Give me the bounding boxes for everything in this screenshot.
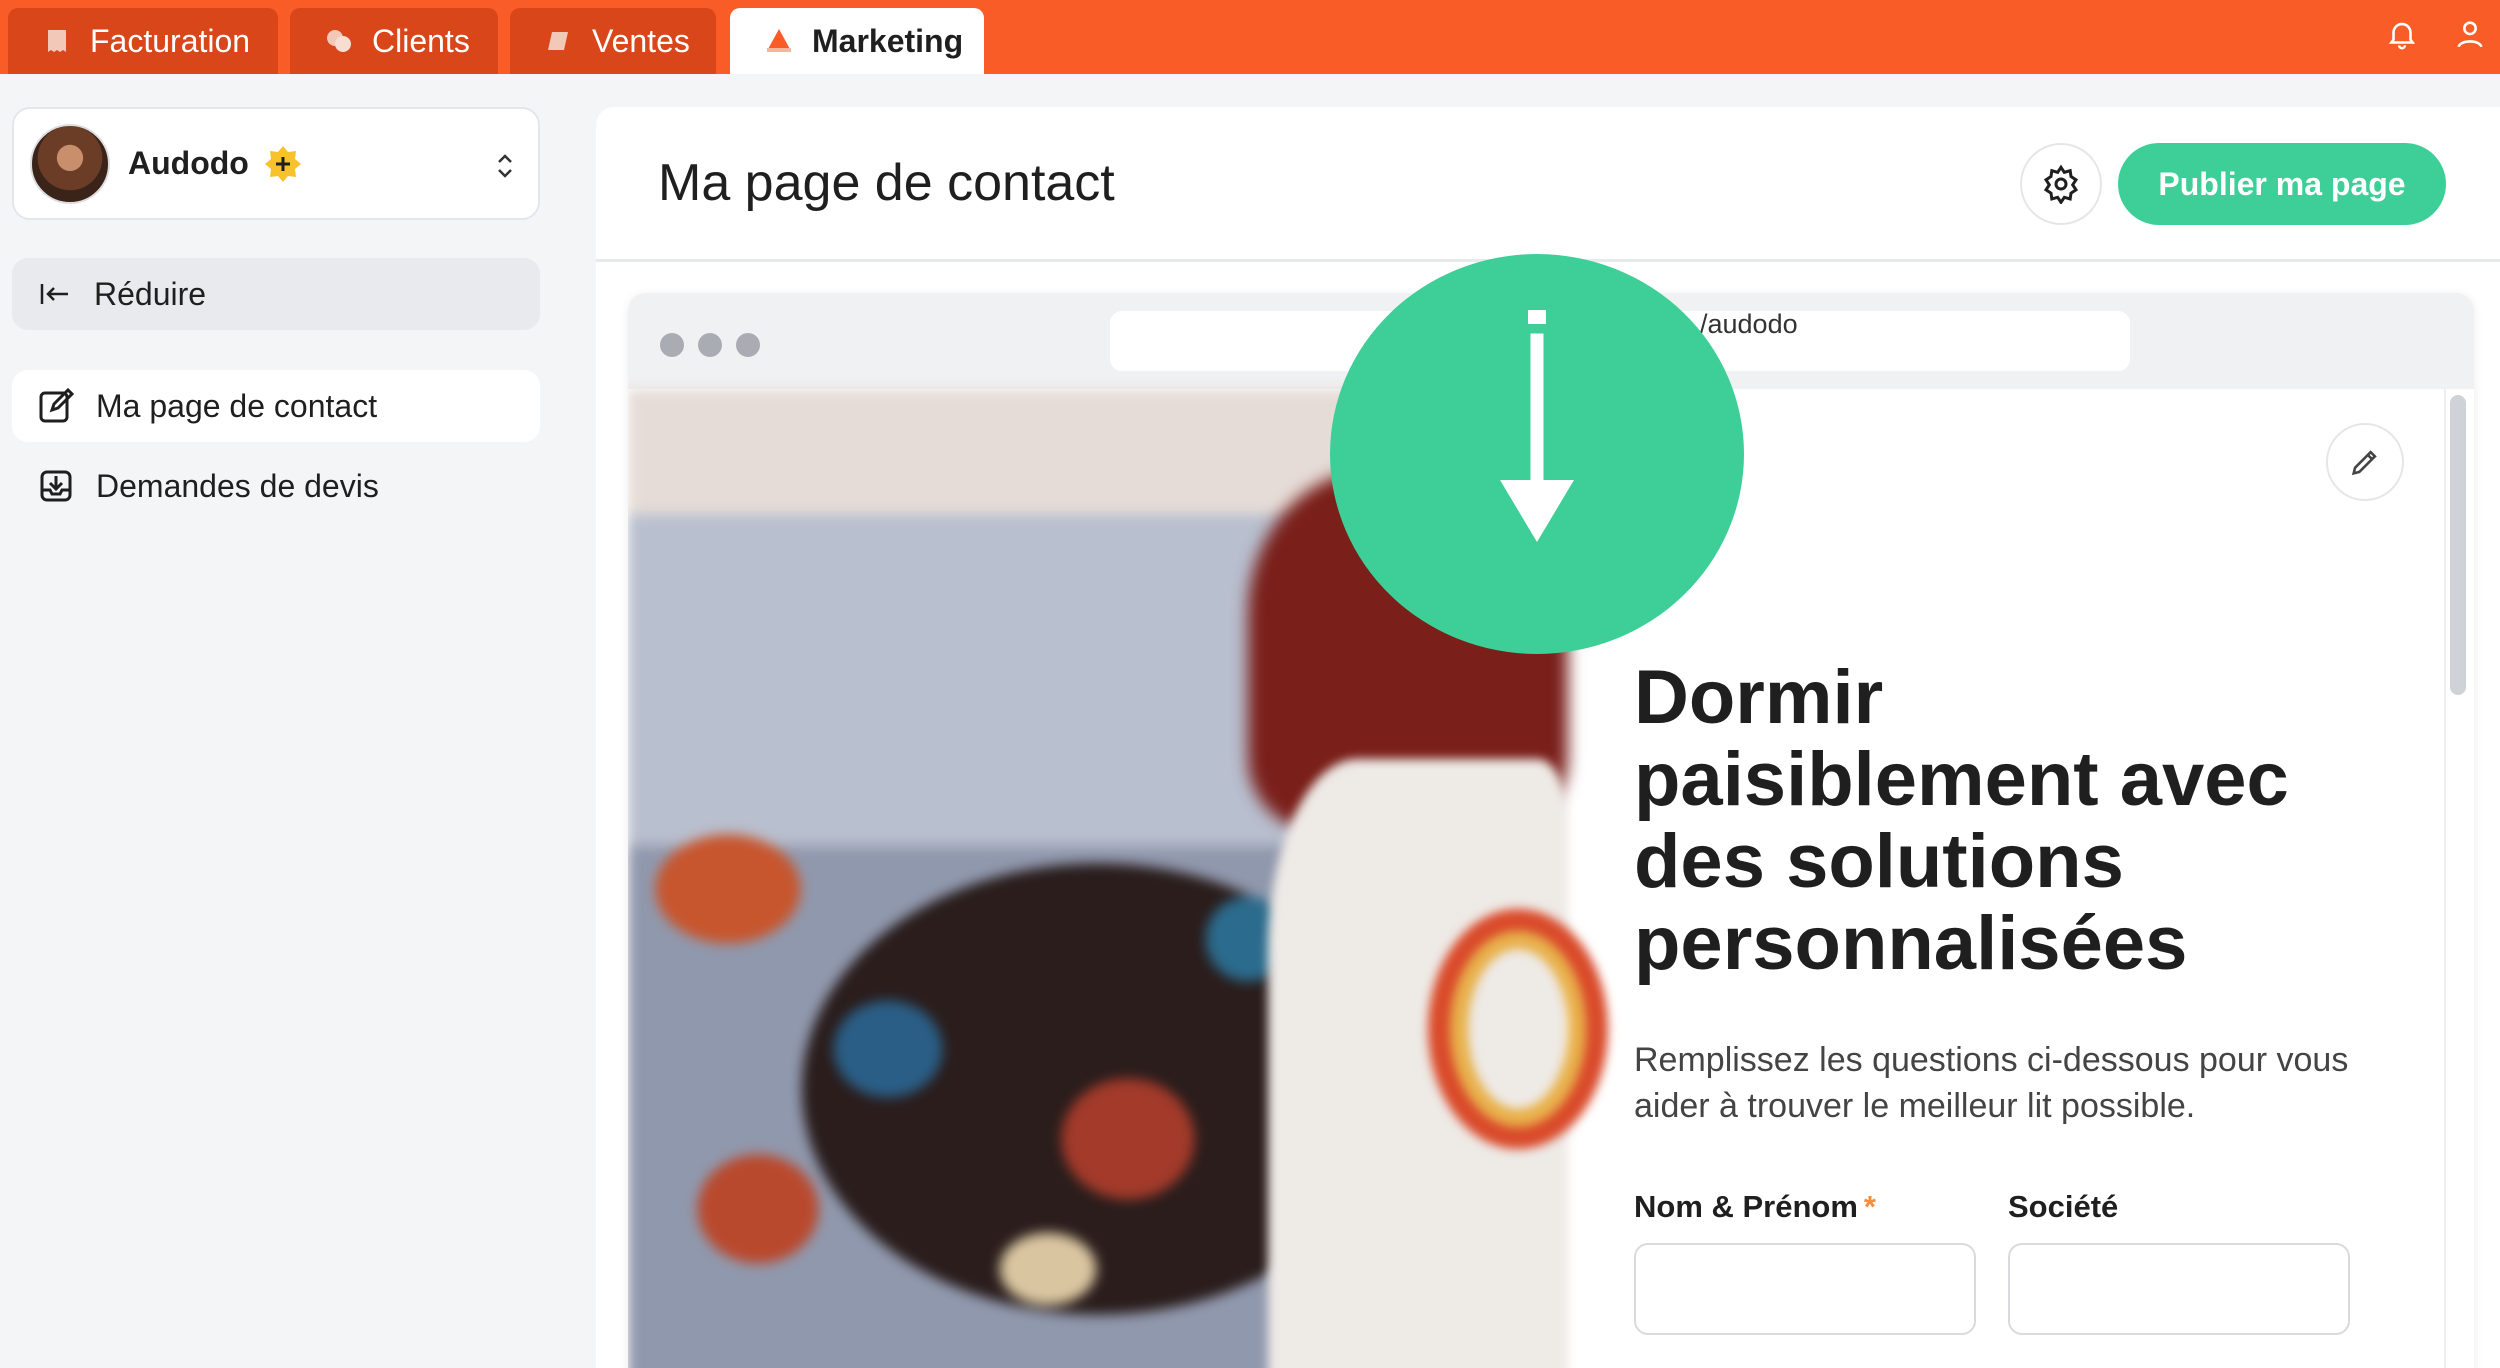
hero-title: Dormir paisiblement avec des solutions p… [1634, 655, 2289, 986]
edit-page-icon [39, 387, 75, 423]
gear-icon [2043, 164, 2079, 204]
tab-label: Facturation [90, 22, 251, 59]
plus-badge-icon [264, 145, 301, 182]
tab-label: Clients [372, 22, 470, 59]
name-field-label: Nom & Prénom * [1634, 1189, 1876, 1225]
sidebar-item-label: Ma page de contact [96, 387, 378, 424]
tab-ventes[interactable]: Ventes [510, 8, 716, 74]
edit-button[interactable] [2326, 423, 2404, 501]
collapse-sidebar-button[interactable]: Réduire [12, 258, 540, 330]
company-field-label: Société [2008, 1189, 2119, 1224]
publish-button[interactable]: Publier ma page [2118, 143, 2446, 225]
hero-subtitle: Remplissez les questions ci-dessous pour… [1634, 1041, 2349, 1125]
window-dot [698, 333, 722, 357]
company-input[interactable] [2008, 1243, 2350, 1335]
scroll-down-overlay [1330, 254, 1744, 654]
user-icon[interactable] [2448, 12, 2492, 56]
tab-marketing[interactable]: Marketing [730, 8, 984, 74]
window-dot [736, 333, 760, 357]
account-switcher[interactable]: Audodo [12, 107, 540, 220]
sidebar-item-contact-page[interactable]: Ma page de contact [12, 370, 540, 442]
collapse-left-icon [40, 284, 68, 304]
settings-button[interactable] [2020, 143, 2102, 225]
avatar [30, 123, 110, 204]
hero-image-detail [1428, 909, 1608, 1149]
marketing-icon [767, 29, 791, 52]
window-dot [660, 333, 684, 357]
scrollbar-thumb[interactable] [2450, 395, 2466, 695]
top-navigation-bar: Facturation Clients Ventes Marketing [0, 0, 2500, 74]
sales-icon [548, 32, 568, 50]
chevron-up-down-icon [498, 154, 512, 178]
collapse-label: Réduire [94, 275, 207, 312]
arrow-down-icon [1500, 310, 1574, 542]
page-title: Ma page de contact [658, 154, 1115, 212]
pencil-icon [2351, 450, 2377, 476]
required-mark: * [1863, 1189, 1876, 1224]
name-label-text: Nom & Prénom [1634, 1189, 1858, 1224]
inbox-download-icon [40, 470, 72, 502]
bell-icon[interactable] [2380, 12, 2424, 56]
tab-clients[interactable]: Clients [290, 8, 498, 74]
invoice-icon [48, 30, 66, 52]
tab-label: Marketing [812, 22, 964, 59]
sidebar-item-label: Demandes de devis [96, 467, 379, 504]
clients-icon [327, 30, 351, 52]
tab-facturation[interactable]: Facturation [8, 8, 278, 74]
name-input[interactable] [1634, 1243, 1976, 1335]
account-name: Audodo [128, 145, 249, 181]
sidebar-item-quote-requests[interactable]: Demandes de devis [12, 450, 540, 522]
tab-label: Ventes [592, 22, 690, 59]
